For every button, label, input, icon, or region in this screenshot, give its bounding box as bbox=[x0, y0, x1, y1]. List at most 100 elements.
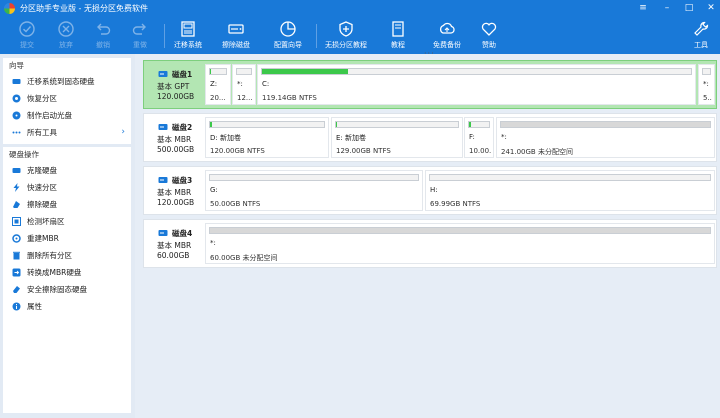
hard-disk-icon bbox=[158, 71, 168, 77]
partition-name: Z: bbox=[210, 80, 218, 88]
disk-info: 磁盘3 基本 MBR 120.00GB bbox=[144, 167, 204, 214]
partition-info: 50.00GB NTFS bbox=[210, 200, 261, 208]
wipe-disk-icon bbox=[228, 24, 244, 34]
usage-bar bbox=[209, 227, 711, 234]
eraser-icon bbox=[13, 201, 20, 208]
free-backup-button[interactable]: 免费备份 bbox=[427, 20, 467, 52]
hard-disk-icon bbox=[158, 230, 168, 236]
wizard-button[interactable]: 配置向导 bbox=[268, 20, 308, 52]
partition-block[interactable]: F: 10.00... bbox=[464, 117, 494, 158]
disk-type: 基本 MBR bbox=[157, 241, 192, 250]
usage-bar bbox=[429, 174, 711, 181]
partition-info: 129.00GB NTFS bbox=[336, 147, 391, 155]
disk-row-2[interactable]: 磁盘2 基本 MBR 500.00GB D: 新加卷 120.00GB NTFS… bbox=[143, 113, 717, 162]
sidebar-item-clone-disk[interactable]: 克隆硬盘 bbox=[3, 162, 131, 179]
disk-ops-panel-title: 硬盘操作 bbox=[9, 150, 39, 159]
partition-name: E: 新加卷 bbox=[336, 134, 367, 142]
discard-icon bbox=[58, 21, 74, 37]
sidebar-item-label: 安全擦除固态硬盘 bbox=[27, 285, 87, 294]
partition-info: 12... bbox=[237, 94, 253, 102]
sidebar-item-migrate-ssd[interactable]: 迁移系统到固态硬盘 bbox=[3, 73, 131, 90]
wizard-panel-title: 向导 bbox=[9, 61, 24, 70]
partition-block[interactable]: *: 12... bbox=[232, 64, 256, 105]
disk-name: 磁盘1 bbox=[172, 70, 193, 79]
menu-icon[interactable]: ≡ bbox=[636, 2, 650, 15]
partition-info: 20... bbox=[210, 94, 226, 102]
partition-block[interactable]: *: 5... bbox=[698, 64, 715, 105]
shield-plus-icon bbox=[339, 21, 353, 37]
partition-block[interactable]: C: 119.14GB NTFS bbox=[257, 64, 696, 105]
sidebar-item-label: 制作启动光盘 bbox=[27, 111, 72, 120]
usage-bar bbox=[209, 174, 419, 181]
sidebar-item-label: 删除所有分区 bbox=[27, 251, 72, 260]
sidebar-item-wipe-disk[interactable]: 擦除硬盘 bbox=[3, 196, 131, 213]
usage-fill bbox=[469, 122, 471, 127]
tools-label: 工具 bbox=[694, 41, 708, 49]
partition-name: *: bbox=[237, 80, 243, 88]
disk-size: 120.00GB bbox=[157, 198, 195, 207]
wipe-disk-button[interactable]: 擦除磁盘 bbox=[216, 20, 256, 52]
commit-label: 提交 bbox=[20, 41, 34, 49]
partition-block[interactable]: *: 60.00GB 未分配空间 bbox=[205, 223, 715, 264]
migrate-os-button[interactable]: 迁移系统 bbox=[168, 20, 208, 52]
sidebar: 向导 迁移系统到固态硬盘 恢复分区 制作启动光盘 所有工具 › 硬盘操作 克隆硬… bbox=[0, 54, 135, 418]
sidebar-item-recover-partition[interactable]: 恢复分区 bbox=[3, 90, 131, 107]
partition-info: 69.99GB NTFS bbox=[430, 200, 481, 208]
collapse-handle[interactable]: ··· bbox=[424, 49, 435, 58]
partition-block[interactable]: G: 50.00GB NTFS bbox=[205, 170, 423, 211]
tools-icon bbox=[694, 21, 709, 36]
sidebar-item-delete-all-partitions[interactable]: 删除所有分区 bbox=[3, 247, 131, 264]
disk-row-1[interactable]: 磁盘1 基本 GPT 120.00GB Z: 20... *: 12... C:… bbox=[143, 60, 717, 109]
tutorial-partition-label: 无损分区教程 bbox=[325, 41, 367, 49]
discard-button[interactable]: 放弃 bbox=[46, 20, 86, 52]
migrate-os-label: 迁移系统 bbox=[174, 41, 202, 49]
boot-disc-icon bbox=[12, 111, 21, 120]
chevron-right-icon: › bbox=[121, 127, 125, 137]
tools-button[interactable]: 工具 bbox=[683, 20, 719, 52]
sidebar-item-boot-disc[interactable]: 制作启动光盘 bbox=[3, 107, 131, 124]
sidebar-item-label: 擦除硬盘 bbox=[27, 200, 57, 209]
partition-name: H: bbox=[430, 186, 438, 194]
sidebar-item-check-bad-sectors[interactable]: 检测坏扇区 bbox=[3, 213, 131, 230]
undo-button[interactable]: 撤销 bbox=[83, 20, 123, 52]
maximize-icon[interactable]: □ bbox=[682, 2, 696, 15]
tutorial-partition-button[interactable]: 无损分区教程 bbox=[321, 20, 371, 52]
sidebar-item-label: 检测坏扇区 bbox=[27, 217, 65, 226]
sidebar-item-all-tools[interactable]: 所有工具 › bbox=[3, 124, 131, 141]
close-icon[interactable]: ✕ bbox=[704, 2, 718, 15]
partition-info: 241.00GB 未分配空间 bbox=[501, 148, 573, 156]
redo-label: 重做 bbox=[133, 41, 147, 49]
book-icon bbox=[392, 21, 404, 37]
sidebar-item-convert-mbr[interactable]: 转换成MBR硬盘 bbox=[3, 264, 131, 281]
partition-block[interactable]: D: 新加卷 120.00GB NTFS bbox=[205, 117, 329, 158]
disk-type: 基本 MBR bbox=[157, 135, 192, 144]
partition-block[interactable]: E: 新加卷 129.00GB NTFS bbox=[331, 117, 463, 158]
usage-bar bbox=[209, 68, 227, 75]
partition-info: 120.00GB NTFS bbox=[210, 147, 265, 155]
redo-icon bbox=[132, 23, 146, 35]
disk-info: 磁盘4 基本 MBR 60.00GB bbox=[144, 220, 204, 267]
disk-row-4[interactable]: 磁盘4 基本 MBR 60.00GB *: 60.00GB 未分配空间 bbox=[143, 219, 717, 268]
disk-row-3[interactable]: 磁盘3 基本 MBR 120.00GB G: 50.00GB NTFS H: 6… bbox=[143, 166, 717, 215]
rebuild-mbr-icon bbox=[12, 234, 21, 243]
window-title: 分区助手专业版 - 无损分区免费软件 bbox=[20, 4, 148, 13]
recover-icon bbox=[12, 94, 21, 103]
partition-name: *: bbox=[501, 133, 507, 141]
sidebar-item-properties[interactable]: 属性 bbox=[3, 298, 131, 315]
sponsor-button[interactable]: 赞助 bbox=[469, 20, 509, 52]
lightning-icon bbox=[13, 183, 20, 192]
partition-name: *: bbox=[703, 80, 709, 88]
partition-block[interactable]: Z: 20... bbox=[205, 64, 231, 105]
redo-button[interactable]: 重做 bbox=[120, 20, 160, 52]
partition-block[interactable]: *: 241.00GB 未分配空间 bbox=[496, 117, 715, 158]
sidebar-item-quick-partition[interactable]: 快速分区 bbox=[3, 179, 131, 196]
tutorial-button[interactable]: 教程 bbox=[378, 20, 418, 52]
toolbar-separator bbox=[316, 24, 317, 48]
commit-button[interactable]: 提交 bbox=[7, 20, 47, 52]
partition-block[interactable]: H: 69.99GB NTFS bbox=[425, 170, 715, 211]
partition-info: 5... bbox=[703, 94, 712, 102]
sidebar-item-rebuild-mbr[interactable]: 重建MBR bbox=[3, 230, 131, 247]
minimize-icon[interactable]: – bbox=[660, 2, 674, 15]
sponsor-label: 赞助 bbox=[482, 41, 496, 49]
sidebar-item-secure-erase-ssd[interactable]: 安全擦除固态硬盘 bbox=[3, 281, 131, 298]
